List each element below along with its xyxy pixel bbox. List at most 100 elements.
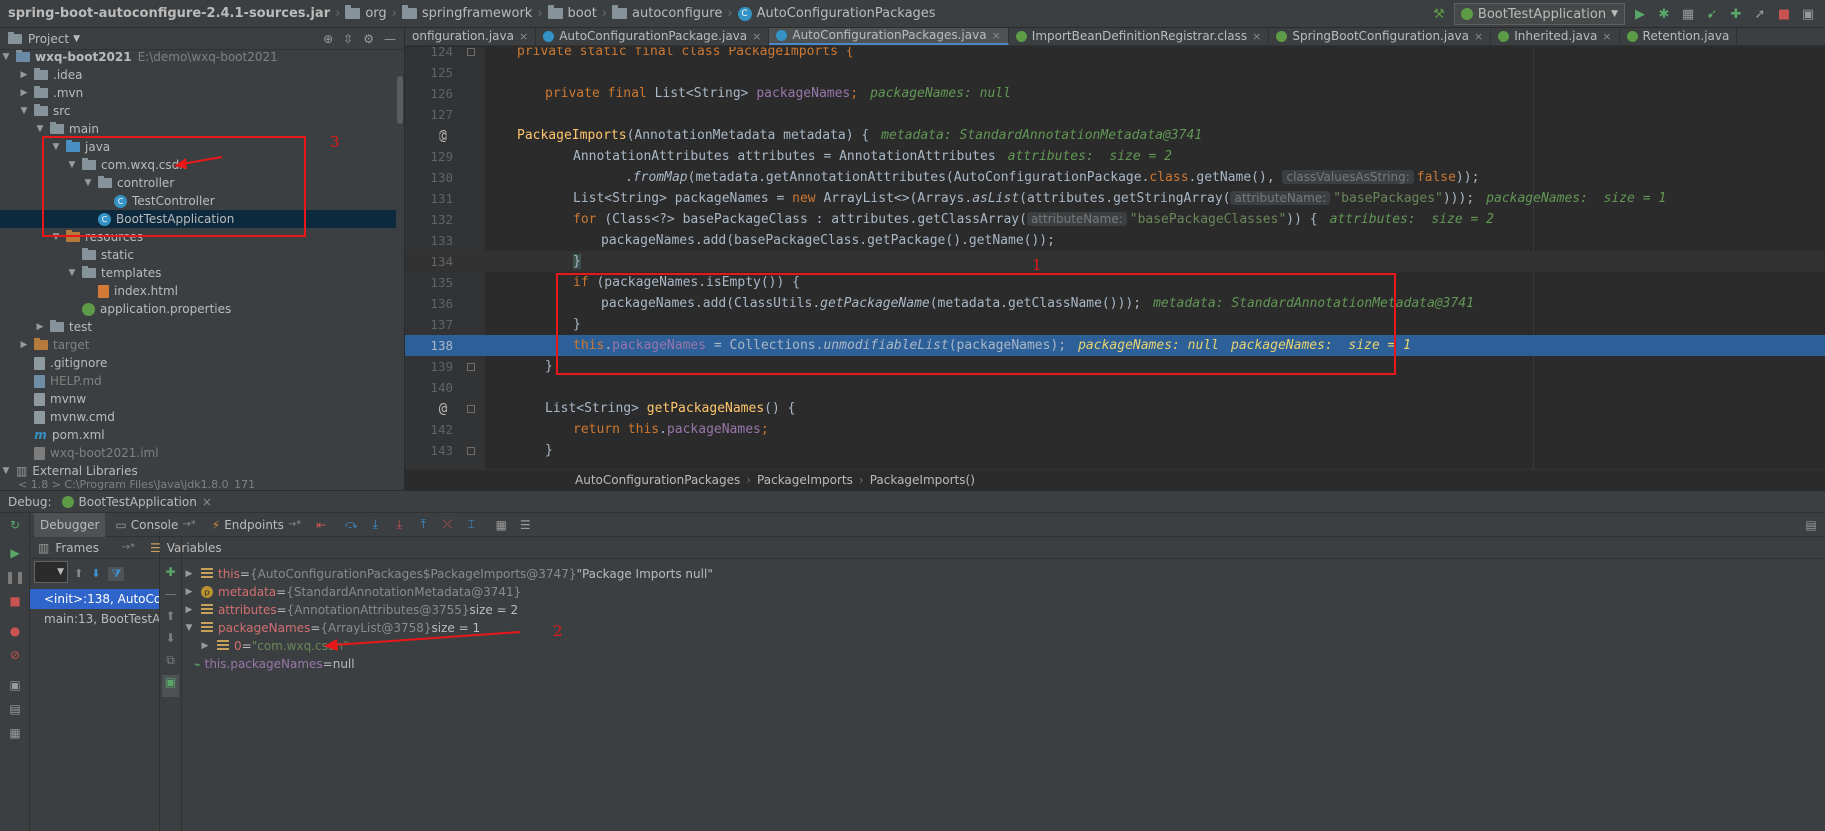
tab-retention[interactable]: Retention.java: [1620, 28, 1738, 45]
breadcrumb-boot[interactable]: boot: [547, 0, 597, 28]
breadcrumb-class[interactable]: C AutoConfigurationPackages: [737, 0, 936, 28]
code-line-143[interactable]: 143 }: [405, 440, 1825, 461]
tree-item-mvnw-cmd[interactable]: mvnw.cmd: [0, 408, 396, 426]
code-editor[interactable]: 124 private static final class PackageIm…: [405, 47, 1825, 469]
gear-icon[interactable]: ⚙: [363, 32, 374, 46]
code-line-133[interactable]: 133 packageNames.add(basePackageClass.ge…: [405, 230, 1825, 251]
tree-item-index-html[interactable]: index.html: [0, 282, 396, 300]
pin-icon[interactable]: →*: [288, 519, 301, 530]
editor-breadcrumb-item[interactable]: AutoConfigurationPackages: [575, 473, 740, 487]
project-panel-title[interactable]: Project: [28, 32, 69, 46]
tree-item-idea[interactable]: ▶ .idea: [0, 66, 396, 84]
tree-item-application-properties[interactable]: application.properties: [0, 300, 396, 318]
force-step-into-icon[interactable]: ⤓: [389, 515, 409, 535]
code-line-128[interactable]: @ PackageImports(AnnotationMetadata meta…: [405, 125, 1825, 146]
arrow-down-icon[interactable]: ⬇: [160, 631, 181, 653]
restore-layout-icon[interactable]: ▤: [1801, 515, 1821, 535]
step-over-icon[interactable]: ⤼: [341, 515, 361, 535]
project-structure-icon[interactable]: ▣: [1799, 5, 1817, 23]
close-icon[interactable]: ×: [752, 30, 761, 43]
tree-item-mvnw[interactable]: mvnw: [0, 390, 396, 408]
stop-icon[interactable]: ■: [0, 589, 30, 613]
close-icon[interactable]: ×: [519, 30, 528, 43]
trace-icon[interactable]: ☰: [515, 515, 535, 535]
step-into-icon[interactable]: ⤓: [365, 515, 385, 535]
variable-row-attributes[interactable]: ▶ attributes = {AnnotationAttributes@375…: [182, 601, 519, 619]
variable-row-packagenames[interactable]: ▼ packageNames = {ArrayList@3758} size =…: [182, 619, 481, 637]
tab-springbootconfiguration[interactable]: SpringBootConfiguration.java ×: [1269, 28, 1492, 45]
close-icon[interactable]: ×: [1252, 30, 1261, 43]
arrow-up-icon[interactable]: ⬆: [74, 567, 83, 581]
new-watch-icon[interactable]: ✚: [160, 565, 181, 587]
breadcrumb-jar[interactable]: spring-boot-autoconfigure-2.4.1-sources.…: [0, 0, 330, 28]
tab-console[interactable]: ▭ Console →*: [109, 513, 201, 537]
chevron-right-icon[interactable]: ▶: [182, 587, 196, 597]
code-line-139[interactable]: 139 }: [405, 356, 1825, 377]
tab-debugger[interactable]: Debugger: [34, 512, 106, 537]
chevron-down-icon[interactable]: ▼: [18, 106, 30, 116]
chevron-right-icon[interactable]: ▶: [198, 641, 212, 651]
show-execution-point-icon[interactable]: ⇤: [311, 515, 331, 535]
tree-item-jdk[interactable]: < 1.8 > C:\Program Files\Java\jdk1.8.0_1…: [0, 480, 396, 490]
frame-item[interactable]: <init>:138, AutoCo: [30, 589, 159, 609]
mute-breakpoints-icon[interactable]: ⊘: [0, 643, 30, 667]
layout-icon[interactable]: ▤: [0, 697, 30, 721]
pause-icon[interactable]: ❚❚: [0, 565, 30, 589]
view-breakpoints-icon[interactable]: ●: [0, 619, 30, 643]
camera-icon[interactable]: ▣: [0, 673, 30, 697]
tree-item-help-md[interactable]: HELP.md: [0, 372, 396, 390]
tree-item-boottestapplication[interactable]: C BootTestApplication: [0, 210, 396, 228]
tab-importbeandefinitionregistrar[interactable]: ImportBeanDefinitionRegistrar.class ×: [1009, 28, 1270, 45]
tree-item-external-libraries[interactable]: ▼ ▥ External Libraries: [0, 462, 396, 480]
chevron-right-icon[interactable]: ▶: [34, 322, 46, 332]
fold-marker[interactable]: [457, 362, 485, 371]
frame-item[interactable]: main:13, BootTestA: [30, 609, 159, 629]
editor-breadcrumb-item[interactable]: PackageImports(): [870, 473, 975, 487]
chevron-right-icon[interactable]: ▶: [18, 70, 30, 80]
hide-icon[interactable]: —: [384, 32, 396, 46]
code-line-135[interactable]: 135 if (packageNames.isEmpty()) {: [405, 272, 1825, 293]
settings-icon[interactable]: ▦: [0, 721, 30, 745]
code-line-130[interactable]: 130 .fromMap(metadata.getAnnotationAttri…: [405, 167, 1825, 188]
run-configuration-select[interactable]: BootTestApplication ▼: [1453, 3, 1625, 25]
tree-item-project-root[interactable]: ▼ wxq-boot2021 E:\demo\wxq-boot2021: [0, 48, 396, 66]
code-line-129[interactable]: 129 AnnotationAttributes attributes = An…: [405, 146, 1825, 167]
tree-item-resources[interactable]: ▼ resources: [0, 228, 396, 246]
code-line-125[interactable]: 125: [405, 62, 1825, 83]
tree-item-templates[interactable]: ▼ templates: [0, 264, 396, 282]
build-icon[interactable]: ⚒: [1430, 5, 1448, 23]
chevron-down-icon[interactable]: ▼: [50, 232, 62, 242]
arrow-up-icon[interactable]: ⬆: [160, 609, 181, 631]
project-scrollbar[interactable]: [397, 76, 403, 124]
coverage-icon[interactable]: ▦: [1679, 5, 1697, 23]
chevron-down-icon[interactable]: ▼: [0, 52, 12, 62]
chevron-down-icon[interactable]: ▼: [0, 466, 12, 476]
run-icon[interactable]: ▶: [1631, 5, 1649, 23]
editor-breadcrumb-item[interactable]: PackageImports: [757, 473, 853, 487]
debug-session-tab[interactable]: BootTestApplication ×: [61, 495, 212, 509]
drop-frame-icon[interactable]: ⤬: [437, 515, 457, 535]
code-line-124[interactable]: 124 private static final class PackageIm…: [405, 47, 1825, 62]
thread-select[interactable]: ▼: [34, 561, 68, 583]
filter-icon[interactable]: ⧩: [108, 567, 125, 581]
code-line-140[interactable]: 140: [405, 377, 1825, 398]
tree-item-package[interactable]: ▼ com.wxq.csdn: [0, 156, 396, 174]
override-at-icon[interactable]: @: [429, 401, 457, 417]
tab-autoconfigurationpackages[interactable]: AutoConfigurationPackages.java ×: [769, 28, 1009, 45]
tab-autoconfigurationpackage[interactable]: AutoConfigurationPackage.java ×: [536, 28, 770, 45]
pin-icon[interactable]: →*: [182, 519, 195, 530]
code-line-142[interactable]: 142 return this.packageNames;: [405, 419, 1825, 440]
tree-item-mvn[interactable]: ▶ .mvn: [0, 84, 396, 102]
fold-marker[interactable]: [457, 47, 485, 56]
chevron-down-icon[interactable]: ▼: [66, 268, 78, 278]
chevron-right-icon[interactable]: ▶: [182, 569, 196, 579]
code-line-137[interactable]: 137 }: [405, 314, 1825, 335]
evaluate-expression-icon[interactable]: ▦: [491, 515, 511, 535]
tab-configuration[interactable]: onfiguration.java ×: [405, 28, 537, 45]
code-line-141[interactable]: @ List<String> getPackageNames() {: [405, 398, 1825, 419]
tab-endpoints[interactable]: ⚡ Endpoints →*: [206, 513, 308, 537]
collapse-all-icon[interactable]: ⇳: [343, 32, 353, 46]
tab-inherited[interactable]: Inherited.java ×: [1491, 28, 1620, 45]
variable-row-this-packagenames[interactable]: ⌁ this.packageNames = null: [182, 655, 355, 673]
chevron-down-icon[interactable]: ▼: [73, 34, 80, 44]
